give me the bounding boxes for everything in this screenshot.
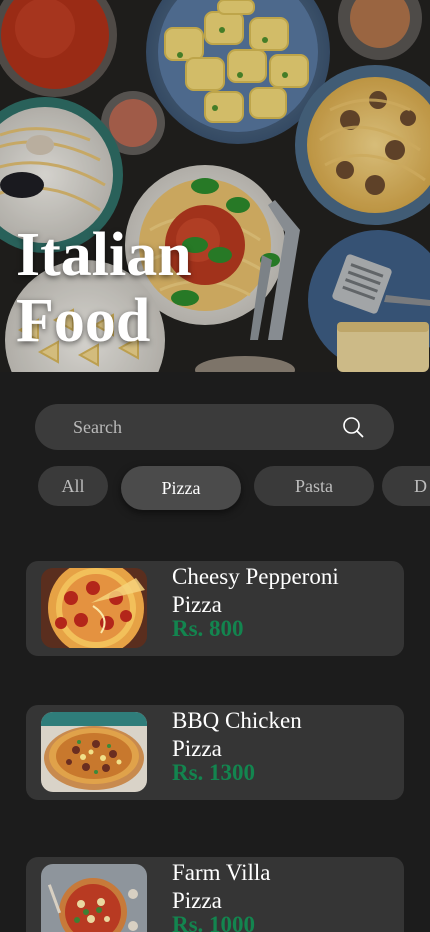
food-image — [41, 864, 147, 932]
food-image — [41, 712, 147, 792]
category-tabs: All Pizza Pasta D — [0, 466, 430, 512]
food-name-line-2: Pizza — [172, 736, 222, 761]
hero-banner: Italian Food — [0, 0, 430, 372]
page-title: Italian Food — [16, 222, 276, 354]
food-price: Rs. 1000 — [172, 912, 256, 932]
food-name-line-2: Pizza — [172, 888, 222, 913]
food-name-line-1: BBQ Chicken — [172, 708, 302, 733]
food-price: Rs. 1300 — [172, 760, 256, 785]
food-card-bbq-chicken-pizza[interactable]: BBQ Chicken Pizza Rs. 1300 — [26, 705, 404, 800]
title-line-2: Food — [16, 287, 151, 355]
category-chip-pasta[interactable]: Pasta — [254, 466, 374, 506]
category-chip-all[interactable]: All — [38, 466, 108, 506]
search-bar[interactable] — [35, 404, 394, 450]
search-input[interactable] — [73, 404, 323, 450]
food-name: Cheesy Pepperoni Pizza — [172, 563, 392, 619]
search-icon[interactable] — [342, 416, 364, 438]
food-price: Rs. 800 — [172, 616, 244, 641]
food-name-line-1: Cheesy Pepperoni — [172, 564, 339, 589]
title-line-1: Italian — [16, 221, 192, 289]
food-name-line-1: Farm Villa — [172, 860, 271, 885]
food-name: Farm Villa Pizza — [172, 859, 392, 915]
food-card-cheesy-pepperoni-pizza[interactable]: Cheesy Pepperoni Pizza Rs. 800 — [26, 561, 404, 656]
food-name: BBQ Chicken Pizza — [172, 707, 392, 763]
category-chip-pizza[interactable]: Pizza — [121, 466, 241, 510]
app-screen: ItalianFood All Pizza Pasta D — [0, 0, 430, 932]
category-chip-d[interactable]: D — [382, 466, 430, 506]
food-image — [41, 568, 147, 648]
food-card-farm-villa-pizza[interactable]: Farm Villa Pizza Rs. 1000 — [26, 857, 404, 932]
food-name-line-2: Pizza — [172, 592, 222, 617]
